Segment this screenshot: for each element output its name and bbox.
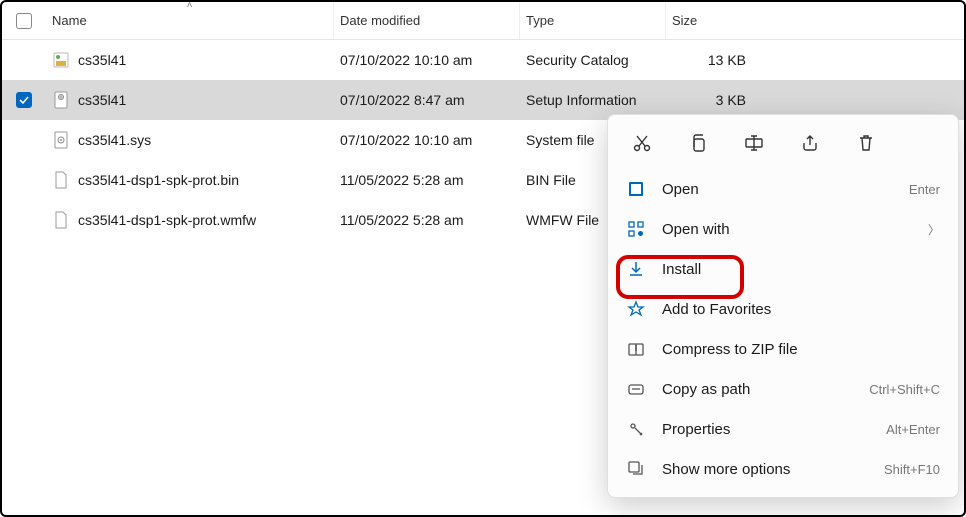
context-label: Copy as path — [662, 381, 853, 398]
file-date: 11/05/2022 5:28 am — [334, 172, 520, 188]
properties-icon — [626, 419, 646, 439]
column-header-name[interactable]: Name ˄ — [46, 2, 334, 39]
context-add-favorites[interactable]: Add to Favorites — [608, 289, 958, 329]
generic-file-icon — [52, 211, 70, 229]
sort-caret-icon: ˄ — [187, 0, 193, 11]
file-name: cs35l41 — [78, 92, 126, 108]
context-install[interactable]: Install — [608, 249, 958, 289]
context-label: Compress to ZIP file — [662, 341, 940, 358]
copy-button[interactable] — [684, 129, 712, 157]
file-type: Security Catalog — [520, 52, 666, 68]
cut-button[interactable] — [628, 129, 656, 157]
more-options-icon — [626, 459, 646, 479]
select-all-cell[interactable] — [16, 13, 46, 29]
row-checkbox[interactable] — [16, 92, 32, 108]
file-type: Setup Information — [520, 92, 666, 108]
file-name: cs35l41-dsp1-spk-prot.wmfw — [78, 212, 256, 228]
file-size: 3 KB — [666, 92, 760, 108]
star-icon — [626, 299, 646, 319]
file-name: cs35l41-dsp1-spk-prot.bin — [78, 172, 239, 188]
column-header-date[interactable]: Date modified — [334, 2, 520, 39]
file-date: 07/10/2022 10:10 am — [334, 132, 520, 148]
install-icon — [626, 259, 646, 279]
sys-file-icon — [52, 131, 70, 149]
context-open[interactable]: Open Enter — [608, 169, 958, 209]
file-size: 13 KB — [666, 52, 760, 68]
context-shortcut: Alt+Enter — [886, 422, 940, 437]
context-shortcut: Enter — [909, 182, 940, 197]
column-label: Size — [672, 13, 697, 28]
context-shortcut: Shift+F10 — [884, 462, 940, 477]
share-button[interactable] — [796, 129, 824, 157]
copy-path-icon — [626, 379, 646, 399]
file-date: 11/05/2022 5:28 am — [334, 212, 520, 228]
context-label: Properties — [662, 421, 870, 438]
zip-icon — [626, 339, 646, 359]
context-shortcut: Ctrl+Shift+C — [869, 382, 940, 397]
context-label: Add to Favorites — [662, 301, 940, 318]
column-header-size[interactable]: Size — [666, 2, 760, 39]
file-date: 07/10/2022 8:47 am — [334, 92, 520, 108]
context-label: Open — [662, 181, 893, 198]
context-copy-path[interactable]: Copy as path Ctrl+Shift+C — [608, 369, 958, 409]
context-quick-actions — [608, 125, 958, 169]
column-header-type[interactable]: Type — [520, 2, 666, 39]
column-label: Name — [52, 13, 87, 28]
context-label: Show more options — [662, 461, 868, 478]
open-with-icon — [626, 219, 646, 239]
rename-button[interactable] — [740, 129, 768, 157]
open-icon — [626, 179, 646, 199]
context-menu: Open Enter Open with 〉 Install Add to Fa… — [607, 114, 959, 498]
generic-file-icon — [52, 171, 70, 189]
column-label: Type — [526, 13, 554, 28]
select-all-checkbox[interactable] — [16, 13, 32, 29]
inf-file-icon — [52, 91, 70, 109]
chevron-right-icon: 〉 — [928, 221, 940, 238]
context-label: Open with — [662, 221, 912, 238]
delete-button[interactable] — [852, 129, 880, 157]
file-name: cs35l41.sys — [78, 132, 151, 148]
column-label: Date modified — [340, 13, 420, 28]
context-label: Install — [662, 261, 940, 278]
column-header-row: Name ˄ Date modified Type Size — [2, 2, 964, 40]
context-open-with[interactable]: Open with 〉 — [608, 209, 958, 249]
file-date: 07/10/2022 10:10 am — [334, 52, 520, 68]
table-row[interactable]: cs35l41 07/10/2022 10:10 am Security Cat… — [2, 40, 964, 80]
context-properties[interactable]: Properties Alt+Enter — [608, 409, 958, 449]
catalog-file-icon — [52, 51, 70, 69]
context-show-more[interactable]: Show more options Shift+F10 — [608, 449, 958, 489]
context-compress-zip[interactable]: Compress to ZIP file — [608, 329, 958, 369]
file-name: cs35l41 — [78, 52, 126, 68]
